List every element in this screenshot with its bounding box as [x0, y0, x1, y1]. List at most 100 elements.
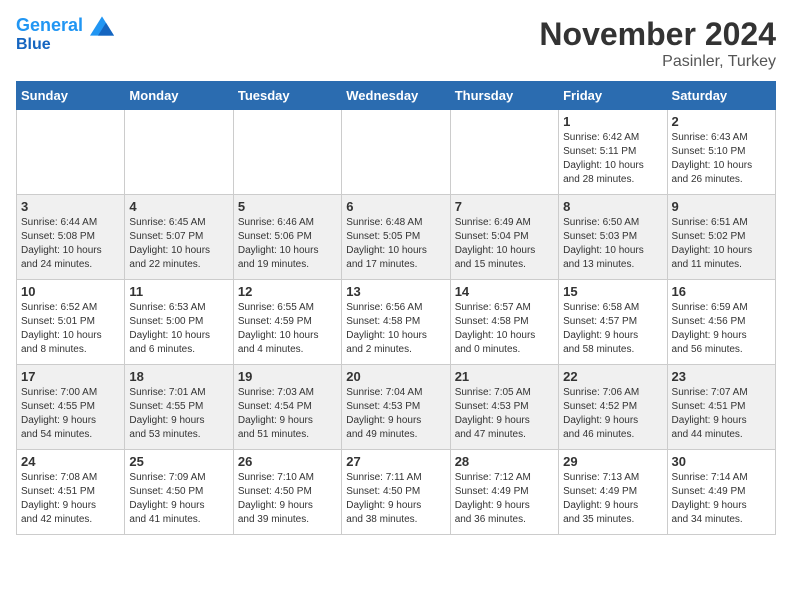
calendar-day-cell: 21 Sunrise: 7:05 AM Sunset: 4:53 PM Dayli…: [450, 365, 558, 450]
calendar-day-cell: 23 Sunrise: 7:07 AM Sunset: 4:51 PM Dayli…: [667, 365, 775, 450]
calendar-day-cell: 4 Sunrise: 6:45 AM Sunset: 5:07 PM Daylig…: [125, 195, 233, 280]
day-info: Sunrise: 6:53 AM Sunset: 5:00 PM Dayligh…: [129, 301, 228, 357]
calendar-day-cell: 1 Sunrise: 6:42 AM Sunset: 5:11 PM Daylig…: [559, 110, 667, 195]
calendar-day-cell: 30 Sunrise: 7:14 AM Sunset: 4:49 PM Dayli…: [667, 450, 775, 535]
calendar-day-cell: [233, 110, 341, 195]
calendar-day-cell: 11Sunrise: 6:53 AM Sunset: 5:00 PM Dayli…: [125, 280, 233, 365]
day-info: Sunrise: 6:58 AM Sunset: 4:57 PM Dayligh…: [563, 301, 662, 357]
day-info: Sunrise: 6:51 AM Sunset: 5:02 PM Dayligh…: [672, 216, 771, 272]
weekday-header: Tuesday: [233, 82, 341, 110]
day-info: Sunrise: 6:46 AM Sunset: 5:06 PM Dayligh…: [238, 216, 337, 272]
calendar-day-cell: 18Sunrise: 7:01 AM Sunset: 4:55 PM Dayli…: [125, 365, 233, 450]
day-number: 13: [346, 284, 445, 299]
calendar-week-row: 3 Sunrise: 6:44 AM Sunset: 5:08 PM Daylig…: [17, 195, 776, 280]
calendar-header-row: SundayMondayTuesdayWednesdayThursdayFrid…: [17, 82, 776, 110]
calendar-day-cell: 7 Sunrise: 6:49 AM Sunset: 5:04 PM Daylig…: [450, 195, 558, 280]
day-number: 12: [238, 284, 337, 299]
calendar-day-cell: 13 Sunrise: 6:56 AM Sunset: 4:58 PM Dayli…: [342, 280, 450, 365]
day-info: Sunrise: 6:50 AM Sunset: 5:03 PM Dayligh…: [563, 216, 662, 272]
logo-icon: [90, 16, 114, 36]
day-number: 5: [238, 199, 337, 214]
calendar-day-cell: [17, 110, 125, 195]
day-info: Sunrise: 7:03 AM Sunset: 4:54 PM Dayligh…: [238, 386, 337, 442]
month-title: November 2024: [539, 16, 776, 53]
logo: General Blue: [16, 16, 114, 54]
weekday-header: Saturday: [667, 82, 775, 110]
day-info: Sunrise: 7:13 AM Sunset: 4:49 PM Dayligh…: [563, 471, 662, 527]
title-block: November 2024 Pasinler, Turkey: [539, 16, 776, 71]
day-number: 23: [672, 369, 771, 384]
day-number: 1: [563, 114, 662, 129]
day-number: 15: [563, 284, 662, 299]
day-info: Sunrise: 6:55 AM Sunset: 4:59 PM Dayligh…: [238, 301, 337, 357]
day-number: 17: [21, 369, 120, 384]
day-info: Sunrise: 7:07 AM Sunset: 4:51 PM Dayligh…: [672, 386, 771, 442]
calendar-day-cell: 2 Sunrise: 6:43 AM Sunset: 5:10 PM Daylig…: [667, 110, 775, 195]
calendar-day-cell: 12 Sunrise: 6:55 AM Sunset: 4:59 PM Dayli…: [233, 280, 341, 365]
day-number: 19: [238, 369, 337, 384]
day-info: Sunrise: 6:56 AM Sunset: 4:58 PM Dayligh…: [346, 301, 445, 357]
calendar-week-row: 1 Sunrise: 6:42 AM Sunset: 5:11 PM Daylig…: [17, 110, 776, 195]
day-number: 18: [129, 369, 228, 384]
day-info: Sunrise: 7:08 AM Sunset: 4:51 PM Dayligh…: [21, 471, 120, 527]
calendar-week-row: 17Sunrise: 7:00 AM Sunset: 4:55 PM Dayli…: [17, 365, 776, 450]
day-info: Sunrise: 7:06 AM Sunset: 4:52 PM Dayligh…: [563, 386, 662, 442]
day-info: Sunrise: 6:48 AM Sunset: 5:05 PM Dayligh…: [346, 216, 445, 272]
weekday-header: Monday: [125, 82, 233, 110]
day-info: Sunrise: 6:43 AM Sunset: 5:10 PM Dayligh…: [672, 131, 771, 187]
day-number: 28: [455, 454, 554, 469]
calendar-table: SundayMondayTuesdayWednesdayThursdayFrid…: [16, 81, 776, 535]
day-info: Sunrise: 6:59 AM Sunset: 4:56 PM Dayligh…: [672, 301, 771, 357]
day-info: Sunrise: 6:44 AM Sunset: 5:08 PM Dayligh…: [21, 216, 120, 272]
day-info: Sunrise: 7:04 AM Sunset: 4:53 PM Dayligh…: [346, 386, 445, 442]
day-number: 21: [455, 369, 554, 384]
day-number: 20: [346, 369, 445, 384]
day-info: Sunrise: 6:49 AM Sunset: 5:04 PM Dayligh…: [455, 216, 554, 272]
day-info: Sunrise: 7:12 AM Sunset: 4:49 PM Dayligh…: [455, 471, 554, 527]
calendar-day-cell: 6 Sunrise: 6:48 AM Sunset: 5:05 PM Daylig…: [342, 195, 450, 280]
day-number: 27: [346, 454, 445, 469]
day-info: Sunrise: 7:05 AM Sunset: 4:53 PM Dayligh…: [455, 386, 554, 442]
calendar-week-row: 24Sunrise: 7:08 AM Sunset: 4:51 PM Dayli…: [17, 450, 776, 535]
day-number: 25: [129, 454, 228, 469]
calendar-day-cell: 16 Sunrise: 6:59 AM Sunset: 4:56 PM Dayli…: [667, 280, 775, 365]
location: Pasinler, Turkey: [539, 53, 776, 71]
calendar-day-cell: 19 Sunrise: 7:03 AM Sunset: 4:54 PM Dayli…: [233, 365, 341, 450]
weekday-header: Friday: [559, 82, 667, 110]
calendar-day-cell: 27Sunrise: 7:11 AM Sunset: 4:50 PM Dayli…: [342, 450, 450, 535]
day-info: Sunrise: 6:52 AM Sunset: 5:01 PM Dayligh…: [21, 301, 120, 357]
day-number: 4: [129, 199, 228, 214]
day-number: 14: [455, 284, 554, 299]
day-number: 10: [21, 284, 120, 299]
calendar-day-cell: [125, 110, 233, 195]
weekday-header: Thursday: [450, 82, 558, 110]
day-info: Sunrise: 7:10 AM Sunset: 4:50 PM Dayligh…: [238, 471, 337, 527]
day-info: Sunrise: 6:42 AM Sunset: 5:11 PM Dayligh…: [563, 131, 662, 187]
day-number: 3: [21, 199, 120, 214]
day-number: 30: [672, 454, 771, 469]
calendar-week-row: 10 Sunrise: 6:52 AM Sunset: 5:01 PM Dayli…: [17, 280, 776, 365]
day-number: 2: [672, 114, 771, 129]
day-info: Sunrise: 7:09 AM Sunset: 4:50 PM Dayligh…: [129, 471, 228, 527]
calendar-day-cell: 10 Sunrise: 6:52 AM Sunset: 5:01 PM Dayli…: [17, 280, 125, 365]
calendar-day-cell: 28 Sunrise: 7:12 AM Sunset: 4:49 PM Dayli…: [450, 450, 558, 535]
day-number: 22: [563, 369, 662, 384]
day-number: 6: [346, 199, 445, 214]
calendar-day-cell: [342, 110, 450, 195]
day-number: 16: [672, 284, 771, 299]
calendar-day-cell: 26 Sunrise: 7:10 AM Sunset: 4:50 PM Dayli…: [233, 450, 341, 535]
calendar-day-cell: 29 Sunrise: 7:13 AM Sunset: 4:49 PM Dayli…: [559, 450, 667, 535]
day-info: Sunrise: 6:45 AM Sunset: 5:07 PM Dayligh…: [129, 216, 228, 272]
calendar-day-cell: 15 Sunrise: 6:58 AM Sunset: 4:57 PM Dayli…: [559, 280, 667, 365]
calendar-day-cell: 8 Sunrise: 6:50 AM Sunset: 5:03 PM Daylig…: [559, 195, 667, 280]
weekday-header: Wednesday: [342, 82, 450, 110]
calendar-day-cell: 17Sunrise: 7:00 AM Sunset: 4:55 PM Dayli…: [17, 365, 125, 450]
day-number: 29: [563, 454, 662, 469]
calendar-day-cell: 20 Sunrise: 7:04 AM Sunset: 4:53 PM Dayli…: [342, 365, 450, 450]
page-header: General Blue November 2024 Pasinler, Tur…: [16, 16, 776, 71]
day-number: 26: [238, 454, 337, 469]
calendar-day-cell: 9Sunrise: 6:51 AM Sunset: 5:02 PM Daylig…: [667, 195, 775, 280]
day-info: Sunrise: 7:14 AM Sunset: 4:49 PM Dayligh…: [672, 471, 771, 527]
day-number: 7: [455, 199, 554, 214]
day-number: 8: [563, 199, 662, 214]
